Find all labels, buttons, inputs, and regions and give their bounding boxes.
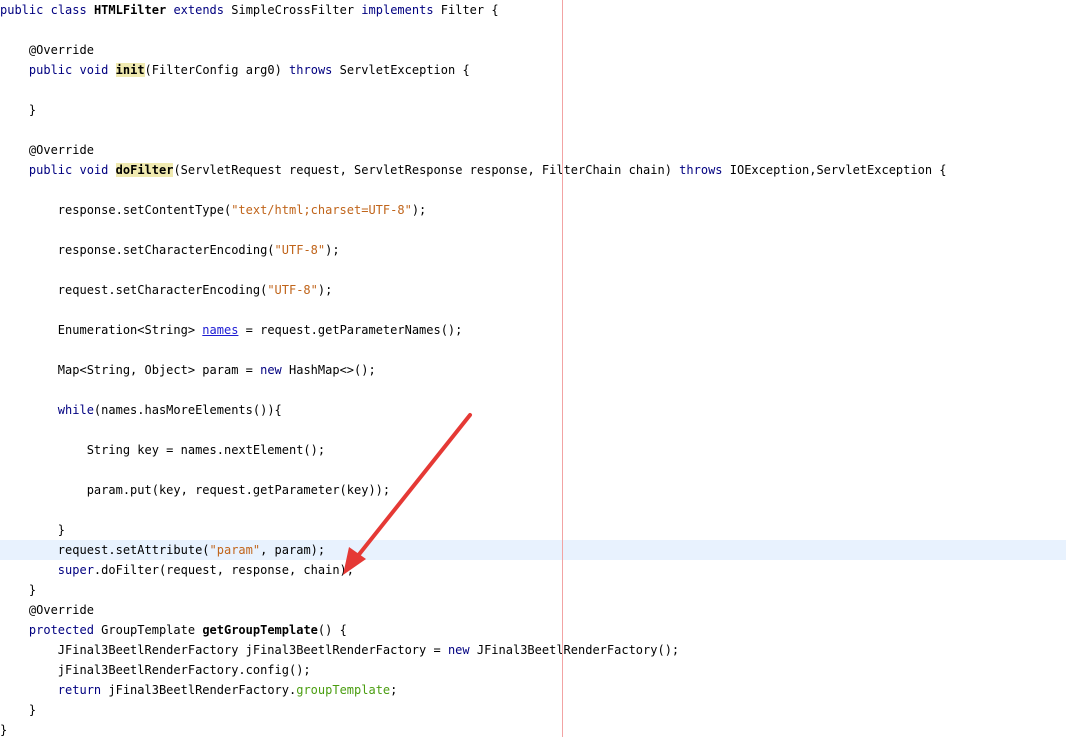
red-arrow-annotation — [343, 413, 472, 575]
code-editor[interactable]: public class HTMLFilter extends SimpleCr… — [0, 0, 1066, 737]
arrow-shaft — [351, 413, 472, 564]
